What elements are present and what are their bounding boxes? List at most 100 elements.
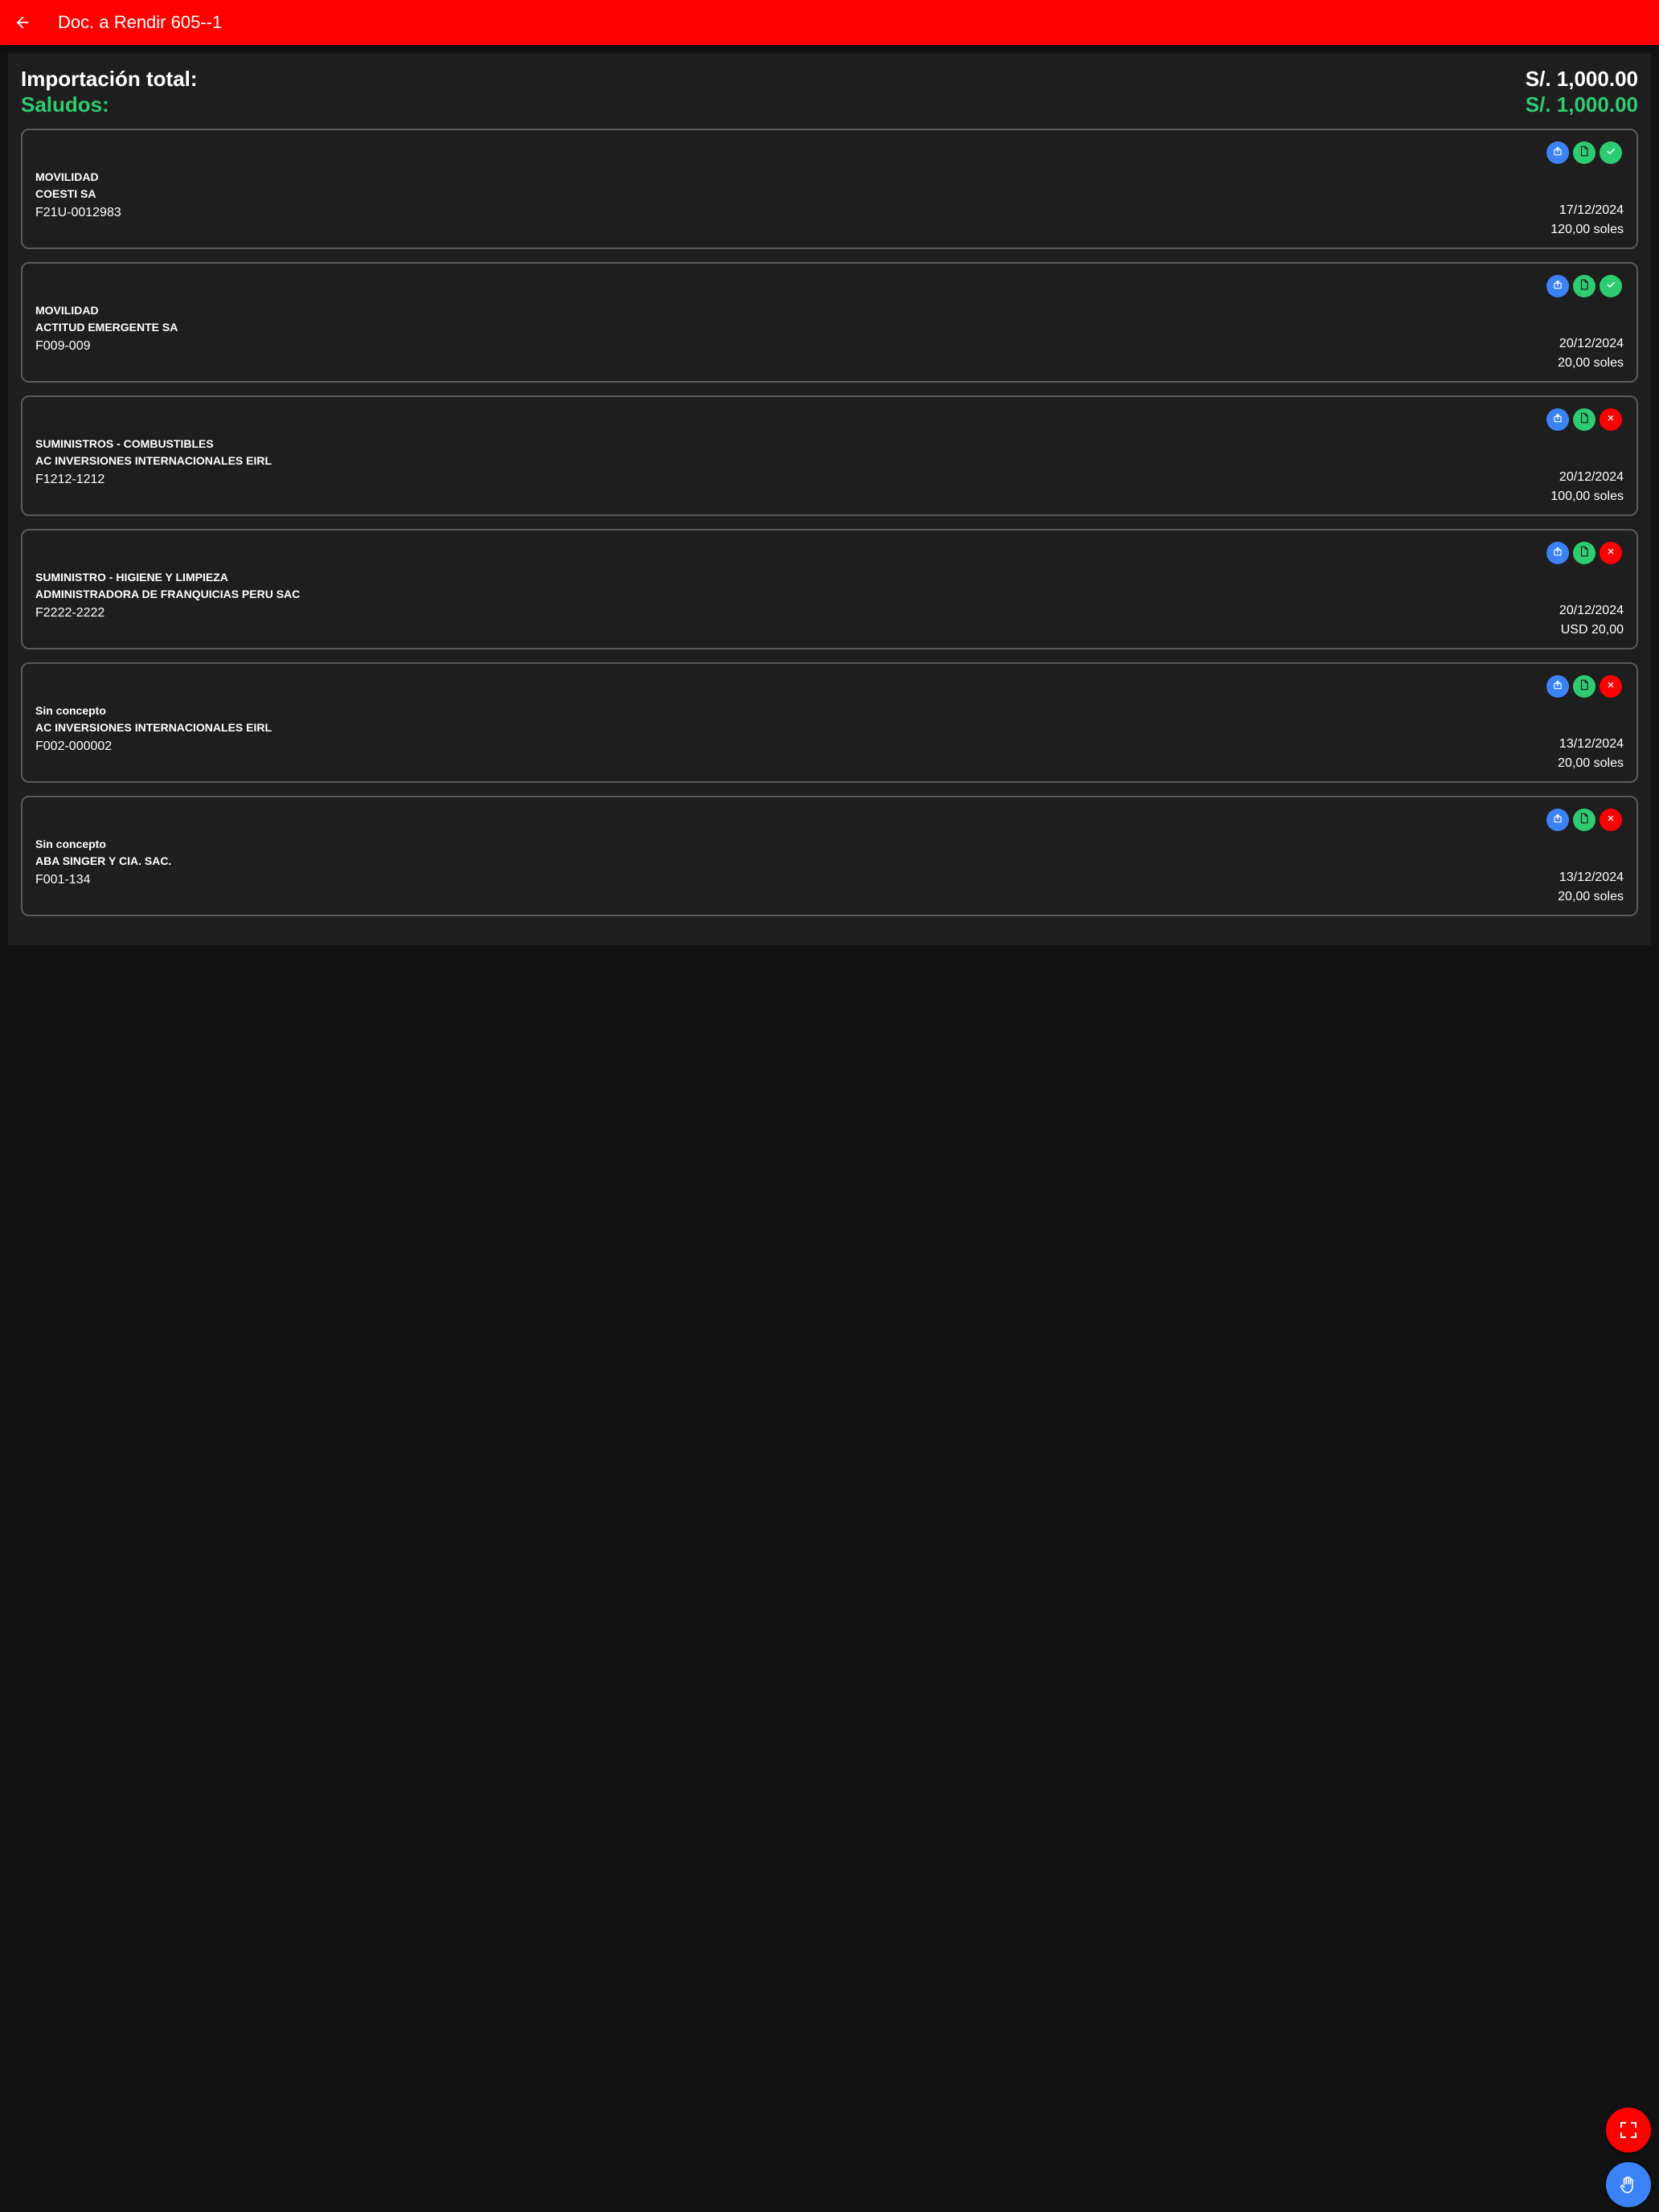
close-icon <box>1606 679 1616 694</box>
document-vendor: ADMINISTRADORA DE FRANQUICIAS PERU SAC <box>35 588 301 600</box>
document-vendor: COESTI SA <box>35 187 96 200</box>
status-button[interactable] <box>1600 275 1622 297</box>
document-date: 20/12/2024 <box>1559 604 1624 617</box>
card-details: Sin concepto AC INVERSIONES INTERNACIONA… <box>35 703 272 756</box>
close-icon <box>1606 546 1616 560</box>
file-icon <box>1579 145 1590 161</box>
view-file-button[interactable] <box>1573 275 1596 297</box>
document-concept: SUMINISTROS - COMBUSTIBLES <box>35 437 214 450</box>
document-concept: Sin concepto <box>35 838 106 850</box>
total-summary: Importación total: S/. 1,000.00 <box>21 66 1638 92</box>
back-button[interactable] <box>0 0 45 45</box>
document-number: F21U-0012983 <box>35 206 121 219</box>
document-date: 13/12/2024 <box>1559 870 1624 884</box>
arrow-left-icon <box>16 16 29 29</box>
upload-button[interactable] <box>1546 408 1569 431</box>
document-number: F001-134 <box>35 873 91 887</box>
card-meta: 20/12/2024 USD 20,00 <box>1559 601 1624 640</box>
status-button[interactable] <box>1600 675 1622 698</box>
upload-button[interactable] <box>1546 141 1569 164</box>
hand-fab[interactable] <box>1606 2162 1651 2207</box>
document-number: F1212-1212 <box>35 473 105 486</box>
status-button[interactable] <box>1600 809 1622 831</box>
file-icon <box>1579 679 1590 694</box>
document-date: 20/12/2024 <box>1559 470 1624 484</box>
document-card[interactable]: SUMINISTROS - COMBUSTIBLES AC INVERSIONE… <box>21 395 1638 516</box>
document-amount: 120,00 soles <box>1550 223 1624 236</box>
card-actions <box>1546 408 1622 431</box>
total-value: S/. 1,000.00 <box>1525 67 1638 91</box>
document-number: F002-000002 <box>35 739 113 753</box>
card-actions <box>1546 542 1622 564</box>
upload-button[interactable] <box>1546 809 1569 831</box>
document-list: MOVILIDAD COESTI SA F21U-0012983 17/12/2… <box>21 129 1638 916</box>
file-icon <box>1579 279 1590 294</box>
card-actions <box>1546 675 1622 698</box>
view-file-button[interactable] <box>1573 809 1596 831</box>
document-concept: SUMINISTRO - HIGIENE Y LIMPIEZA <box>35 571 228 584</box>
balance-summary: Saludos: S/. 1,000.00 <box>21 92 1638 117</box>
document-date: 17/12/2024 <box>1559 203 1624 217</box>
card-meta: 20/12/2024 100,00 soles <box>1550 468 1624 506</box>
view-file-button[interactable] <box>1573 542 1596 564</box>
balance-label: Saludos: <box>21 92 109 117</box>
document-card[interactable]: MOVILIDAD COESTI SA F21U-0012983 17/12/2… <box>21 129 1638 249</box>
document-card[interactable]: Sin concepto ABA SINGER Y CIA. SAC. F001… <box>21 796 1638 916</box>
status-button[interactable] <box>1600 141 1622 164</box>
card-meta: 13/12/2024 20,00 soles <box>1558 735 1624 773</box>
view-file-button[interactable] <box>1573 141 1596 164</box>
document-date: 20/12/2024 <box>1559 337 1624 350</box>
document-card[interactable]: MOVILIDAD ACTITUD EMERGENTE SA F009-009 … <box>21 262 1638 383</box>
upload-button[interactable] <box>1546 542 1569 564</box>
upload-button[interactable] <box>1546 275 1569 297</box>
document-amount: 20,00 soles <box>1558 890 1624 903</box>
status-button[interactable] <box>1600 408 1622 431</box>
upload-button[interactable] <box>1546 675 1569 698</box>
document-card[interactable]: SUMINISTRO - HIGIENE Y LIMPIEZA ADMINIST… <box>21 529 1638 649</box>
document-concept: MOVILIDAD <box>35 170 99 183</box>
total-label: Importación total: <box>21 67 198 91</box>
card-actions <box>1546 141 1622 164</box>
upload-icon <box>1552 813 1563 828</box>
close-icon <box>1606 412 1616 427</box>
document-number: F009-009 <box>35 339 91 353</box>
document-vendor: AC INVERSIONES INTERNACIONALES EIRL <box>35 721 272 734</box>
card-details: SUMINISTROS - COMBUSTIBLES AC INVERSIONE… <box>35 436 272 489</box>
balance-value: S/. 1,000.00 <box>1525 92 1638 117</box>
upload-icon <box>1552 279 1563 294</box>
upload-icon <box>1552 145 1563 161</box>
card-meta: 20/12/2024 20,00 soles <box>1558 334 1624 373</box>
check-icon <box>1605 279 1616 294</box>
card-meta: 13/12/2024 20,00 soles <box>1558 868 1624 907</box>
document-amount: 100,00 soles <box>1550 490 1624 503</box>
fullscreen-icon <box>1620 2122 1636 2138</box>
document-vendor: ACTITUD EMERGENTE SA <box>35 321 178 334</box>
file-icon <box>1579 546 1590 561</box>
app-bar: Doc. a Rendir 605--1 <box>0 0 1659 45</box>
upload-icon <box>1552 679 1563 694</box>
card-details: MOVILIDAD COESTI SA F21U-0012983 <box>35 169 121 222</box>
document-card[interactable]: Sin concepto AC INVERSIONES INTERNACIONA… <box>21 662 1638 783</box>
file-icon <box>1579 813 1590 828</box>
expand-fab[interactable] <box>1606 2108 1651 2153</box>
file-icon <box>1579 412 1590 428</box>
main-content: Importación total: S/. 1,000.00 Saludos:… <box>8 53 1651 945</box>
upload-icon <box>1552 412 1563 428</box>
document-number: F2222-2222 <box>35 606 105 620</box>
document-amount: 20,00 soles <box>1558 756 1624 770</box>
page-title: Doc. a Rendir 605--1 <box>58 12 223 32</box>
hand-icon <box>1620 2176 1633 2194</box>
card-actions <box>1546 809 1622 831</box>
card-details: Sin concepto ABA SINGER Y CIA. SAC. F001… <box>35 836 171 889</box>
upload-icon <box>1552 546 1563 561</box>
document-date: 13/12/2024 <box>1559 737 1624 751</box>
card-details: SUMINISTRO - HIGIENE Y LIMPIEZA ADMINIST… <box>35 569 300 622</box>
close-icon <box>1606 813 1616 827</box>
status-button[interactable] <box>1600 542 1622 564</box>
document-concept: MOVILIDAD <box>35 304 99 317</box>
view-file-button[interactable] <box>1573 408 1596 431</box>
document-concept: Sin concepto <box>35 704 106 717</box>
document-amount: 20,00 soles <box>1558 356 1624 370</box>
view-file-button[interactable] <box>1573 675 1596 698</box>
card-meta: 17/12/2024 120,00 soles <box>1550 201 1624 240</box>
